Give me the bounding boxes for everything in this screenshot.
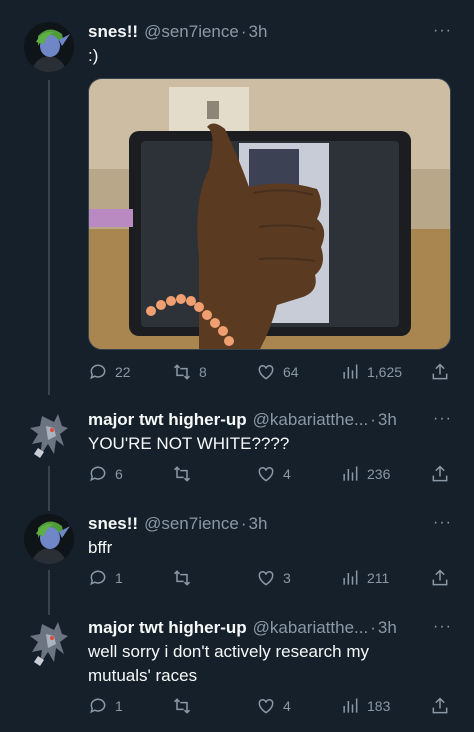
like-icon	[258, 698, 274, 714]
avatar[interactable]	[24, 618, 74, 668]
tweet-text: well sorry i don't actively research my …	[88, 642, 369, 685]
retweet-icon	[173, 466, 191, 482]
avatar[interactable]	[24, 514, 74, 564]
share-icon	[432, 465, 448, 482]
share-button[interactable]	[430, 568, 450, 588]
tweet[interactable]: snes!! @sen7ience · 3h ··· bffr 1 3 211	[0, 512, 474, 612]
retweet-button[interactable]	[172, 464, 199, 484]
separator: ·	[370, 618, 376, 637]
display-name[interactable]: snes!!	[88, 22, 138, 42]
like-button[interactable]: 64	[256, 362, 299, 382]
like-icon	[258, 364, 274, 380]
reply-count: 22	[115, 364, 131, 380]
retweet-icon	[173, 364, 191, 380]
user-handle[interactable]: @kabariatthe...	[253, 618, 369, 638]
retweet-button[interactable]	[172, 568, 199, 588]
reply-count: 1	[115, 570, 123, 586]
like-button[interactable]: 4	[256, 696, 291, 716]
user-handle[interactable]: @kabariatthe...	[253, 410, 369, 430]
tweet[interactable]: major twt higher-up @kabariatthe... · 3h…	[0, 616, 474, 732]
separator: ·	[370, 410, 376, 429]
user-handle[interactable]: @sen7ience	[144, 22, 239, 42]
views-button[interactable]: 1,625	[340, 362, 402, 382]
reply-icon	[90, 570, 106, 586]
views-button[interactable]: 211	[340, 568, 389, 588]
like-icon	[258, 466, 274, 482]
views-button[interactable]: 183	[340, 696, 390, 716]
tweet-text: YOU'RE NOT WHITE????	[88, 434, 290, 453]
views-count: 1,625	[367, 364, 403, 380]
views-count: 183	[367, 698, 391, 714]
reply-icon	[90, 466, 106, 482]
more-icon[interactable]: ···	[433, 410, 452, 428]
share-button[interactable]	[430, 362, 450, 382]
avatar[interactable]	[24, 22, 74, 72]
like-count: 3	[283, 570, 291, 586]
display-name[interactable]: major twt higher-up	[88, 410, 247, 430]
like-count: 64	[283, 364, 299, 380]
separator: ·	[240, 22, 247, 41]
like-count: 4	[283, 698, 291, 714]
reply-count: 6	[115, 466, 123, 482]
share-button[interactable]	[430, 696, 450, 716]
views-button[interactable]: 236	[340, 464, 390, 484]
like-button[interactable]: 4	[256, 464, 291, 484]
tweet-text: bffr	[88, 538, 113, 557]
share-icon	[432, 363, 448, 380]
more-icon[interactable]: ···	[433, 618, 452, 636]
retweet-button[interactable]	[172, 696, 199, 716]
timestamp[interactable]: 3h	[378, 410, 397, 430]
timestamp[interactable]: 3h	[249, 22, 268, 42]
display-name[interactable]: major twt higher-up	[88, 618, 247, 638]
reply-icon	[90, 364, 106, 380]
tweet-text: :)	[88, 46, 99, 65]
tweet[interactable]: major twt higher-up @kabariatthe... · 3h…	[0, 408, 474, 508]
tweet-header: snes!! @sen7ience · 3h	[88, 512, 454, 536]
display-name[interactable]: snes!!	[88, 514, 138, 534]
tweet-image[interactable]	[88, 78, 451, 350]
timestamp[interactable]: 3h	[378, 618, 397, 638]
timestamp[interactable]: 3h	[249, 514, 268, 534]
tweet[interactable]: snes!! @sen7ience · 3h ··· :) 22 8 64 1,…	[0, 20, 474, 400]
action-bar: 6 4 236	[88, 464, 460, 486]
like-icon	[258, 570, 274, 586]
avatar[interactable]	[24, 410, 74, 460]
more-icon[interactable]: ···	[433, 22, 452, 40]
reply-count: 1	[115, 698, 123, 714]
retweet-icon	[173, 698, 191, 714]
views-icon	[343, 364, 358, 379]
retweet-icon	[173, 570, 191, 586]
views-icon	[343, 698, 358, 713]
views-icon	[343, 570, 358, 585]
share-button[interactable]	[430, 464, 450, 484]
share-icon	[432, 569, 448, 586]
action-bar: 1 4 183	[88, 696, 460, 718]
more-icon[interactable]: ···	[433, 514, 452, 532]
retweet-count: 8	[199, 364, 207, 380]
user-handle[interactable]: @sen7ience	[144, 514, 239, 534]
action-bar: 1 3 211	[88, 568, 460, 590]
reply-icon	[90, 698, 106, 714]
views-icon	[343, 466, 358, 481]
tweet-header: major twt higher-up @kabariatthe... · 3h	[88, 408, 454, 432]
like-button[interactable]: 3	[256, 568, 291, 588]
reply-button[interactable]: 1	[88, 568, 123, 588]
share-icon	[432, 697, 448, 714]
reply-button[interactable]: 6	[88, 464, 123, 484]
views-count: 211	[367, 570, 390, 586]
retweet-button[interactable]: 8	[172, 362, 207, 382]
reply-button[interactable]: 1	[88, 696, 123, 716]
views-count: 236	[367, 466, 391, 482]
like-count: 4	[283, 466, 291, 482]
tweet-header: snes!! @sen7ience · 3h	[88, 20, 454, 44]
separator: ·	[240, 514, 247, 533]
reply-button[interactable]: 22	[88, 362, 131, 382]
tweet-header: major twt higher-up @kabariatthe... · 3h	[88, 616, 454, 640]
action-bar: 22 8 64 1,625	[88, 362, 460, 384]
